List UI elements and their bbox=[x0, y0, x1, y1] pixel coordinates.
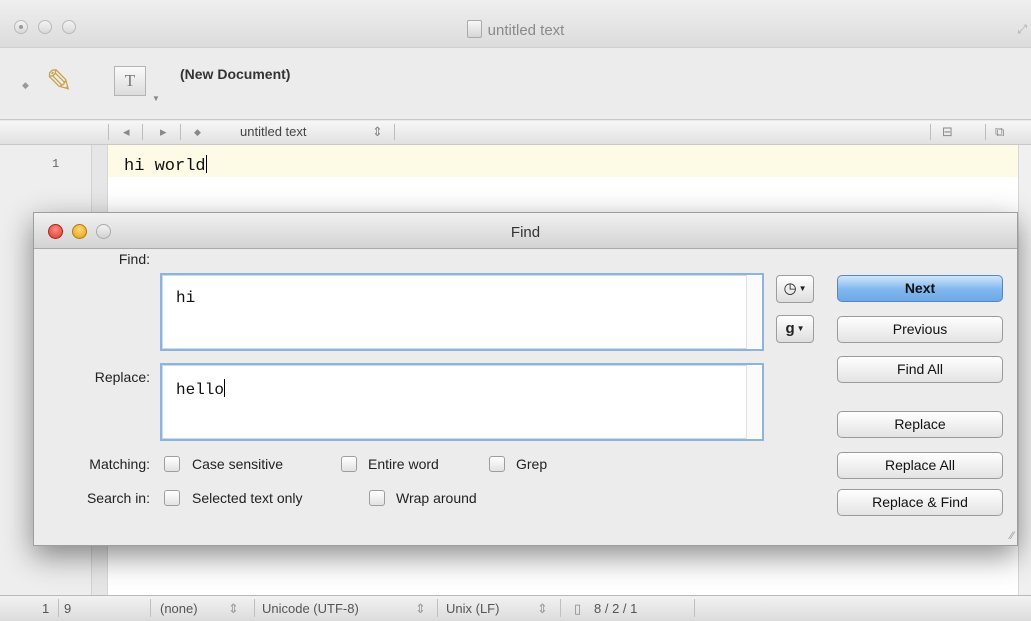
next-button[interactable]: Next bbox=[837, 275, 1003, 302]
matching-label: Matching: bbox=[89, 456, 150, 472]
document-menu[interactable]: untitled text bbox=[240, 124, 307, 139]
search-in-label: Search in: bbox=[86, 490, 150, 506]
chevron-down-icon[interactable]: ▼ bbox=[152, 94, 160, 103]
replace-input-scrollbar[interactable] bbox=[746, 365, 762, 439]
text-tool-button[interactable]: T bbox=[114, 66, 146, 96]
current-line-highlight bbox=[108, 145, 1018, 177]
wrap-around-checkbox[interactable] bbox=[369, 490, 385, 506]
replace-button[interactable]: Replace bbox=[837, 411, 1003, 438]
grep-checkbox[interactable] bbox=[489, 456, 505, 472]
selected-text-only-checkbox[interactable] bbox=[164, 490, 180, 506]
line-endings-menu[interactable]: Unix (LF) bbox=[446, 601, 499, 616]
replace-and-find-button[interactable]: Replace & Find bbox=[837, 489, 1003, 516]
find-dialog: Find Find: hi Replace: hello ◷ ▼ g ▼ Next … bbox=[33, 212, 1018, 546]
window-title: untitled text bbox=[0, 20, 1031, 39]
status-column: 9 bbox=[64, 601, 72, 616]
language-menu[interactable]: (none) bbox=[160, 601, 198, 616]
dialog-titlebar: Find bbox=[34, 213, 1017, 249]
diamond-icon[interactable]: ◆ bbox=[194, 127, 201, 138]
document-icon bbox=[466, 20, 482, 38]
encoding-menu[interactable]: Unicode (UTF-8) bbox=[262, 601, 359, 616]
replace-value: hello bbox=[176, 379, 226, 399]
entire-word-label[interactable]: Entire word bbox=[368, 456, 439, 472]
status-bar: 1 9 (none) ⇕ Unicode (UTF-8) ⇕ Unix (LF)… bbox=[0, 595, 1031, 621]
entire-word-checkbox[interactable] bbox=[341, 456, 357, 472]
pencil-icon[interactable]: ✎ bbox=[46, 62, 73, 100]
updown-icon[interactable]: ⇕ bbox=[537, 601, 548, 617]
replace-label: Replace: bbox=[94, 369, 150, 385]
line-number: 1 bbox=[52, 157, 60, 171]
updown-icon[interactable]: ⇕ bbox=[372, 124, 383, 140]
case-sensitive-label[interactable]: Case sensitive bbox=[192, 456, 283, 472]
dialog-title: Find bbox=[510, 224, 541, 241]
text-caret bbox=[224, 379, 226, 397]
chevron-down-icon: ▼ bbox=[798, 284, 807, 293]
replace-input[interactable]: hello bbox=[160, 363, 764, 441]
window-stack-icon[interactable]: ⧉ bbox=[995, 124, 1004, 140]
document-counts: 8 / 2 / 1 bbox=[594, 601, 638, 616]
status-line: 1 bbox=[42, 601, 50, 616]
grep-patterns-button[interactable]: g ▼ bbox=[776, 315, 814, 343]
previous-button[interactable]: Previous bbox=[837, 316, 1003, 343]
find-input[interactable]: hi bbox=[160, 273, 764, 351]
replace-all-button[interactable]: Replace All bbox=[837, 452, 1003, 479]
selected-text-only-label[interactable]: Selected text only bbox=[192, 490, 303, 506]
forward-icon[interactable]: ▸ bbox=[160, 124, 167, 140]
document-state: (New Document) bbox=[180, 66, 291, 82]
resize-grip-icon[interactable]: ⁄⁄ bbox=[1010, 530, 1014, 542]
window-titlebar: untitled text ⤢ bbox=[0, 0, 1031, 48]
back-icon[interactable]: ◂ bbox=[123, 124, 130, 140]
case-sensitive-checkbox[interactable] bbox=[164, 456, 180, 472]
diamond-icon[interactable]: ◆ bbox=[22, 80, 29, 91]
text-caret bbox=[205, 155, 207, 173]
document-icon: ▯ bbox=[574, 601, 582, 616]
grep-label[interactable]: Grep bbox=[516, 456, 547, 472]
find-all-button[interactable]: Find All bbox=[837, 356, 1003, 383]
updown-icon[interactable]: ⇕ bbox=[415, 601, 426, 617]
wrap-around-label[interactable]: Wrap around bbox=[396, 490, 477, 506]
find-value: hi bbox=[176, 289, 196, 307]
fullscreen-icon[interactable]: ⤢ bbox=[1017, 22, 1027, 37]
toolbar: ◆ ✎ T ▼ (New Document) bbox=[0, 48, 1031, 120]
recent-searches-button[interactable]: ◷ ▼ bbox=[776, 275, 814, 303]
chevron-down-icon: ▼ bbox=[796, 324, 805, 333]
find-input-scrollbar[interactable] bbox=[746, 275, 762, 349]
vertical-scrollbar[interactable] bbox=[1018, 145, 1031, 595]
history-icon: ◷ bbox=[783, 280, 797, 297]
find-label: Find: bbox=[118, 251, 150, 267]
editor-line: hi world bbox=[124, 155, 207, 176]
split-icon[interactable]: ⊟ bbox=[942, 124, 953, 140]
navigation-bar: ◂ ▸ ◆ untitled text ⇕ ⊟ ⧉ bbox=[0, 121, 1031, 145]
updown-icon[interactable]: ⇕ bbox=[228, 601, 239, 617]
